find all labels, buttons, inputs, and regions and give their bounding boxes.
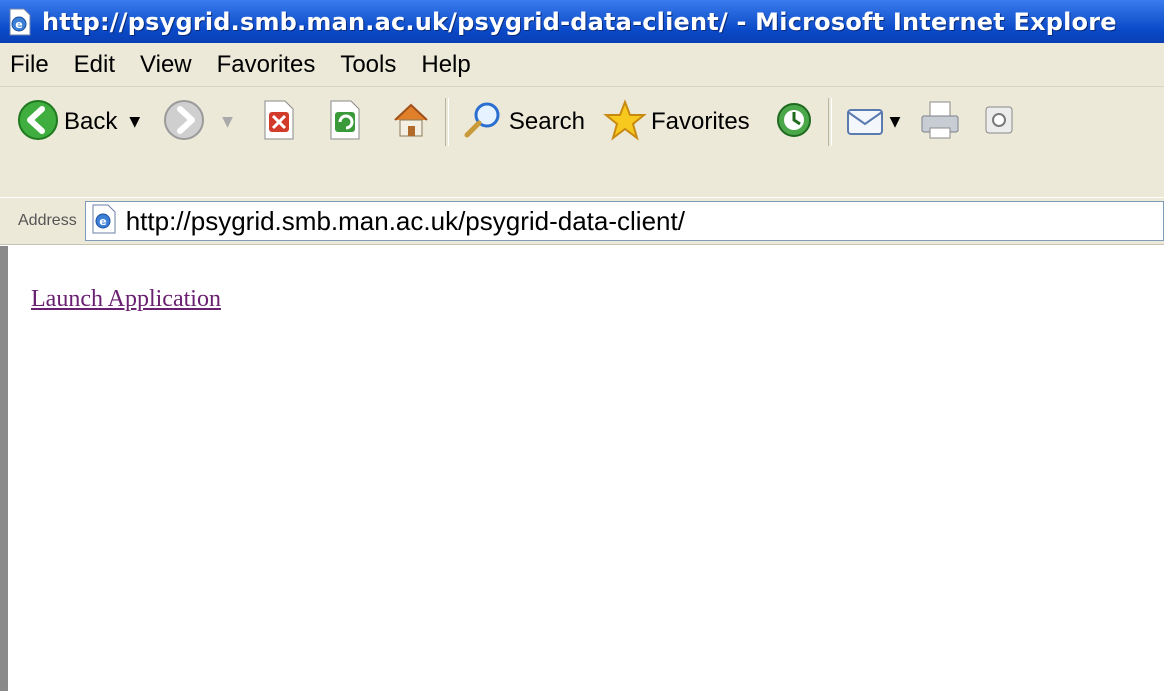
forward-dropdown-icon[interactable]: ▼ [222,114,233,130]
ie-page-icon: e [4,6,36,38]
mail-dropdown-icon[interactable]: ▼ [890,114,901,130]
svg-text:e: e [15,18,22,31]
history-icon [772,98,816,146]
ie-page-icon: e [90,204,118,238]
toolbar-separator [444,98,449,146]
menu-tools[interactable]: Tools [340,51,396,79]
menu-favorites[interactable]: Favorites [217,51,316,79]
window-titlebar[interactable]: e http://psygrid.smb.man.ac.uk/psygrid-d… [0,0,1164,43]
history-button[interactable] [768,94,820,150]
home-button[interactable] [385,94,437,150]
window-title: http://psygrid.smb.man.ac.uk/psygrid-dat… [42,7,1117,36]
address-url: http://psygrid.smb.man.ac.uk/psygrid-dat… [125,205,685,236]
refresh-icon [325,98,365,146]
back-dropdown-icon[interactable]: ▼ [129,114,140,130]
menu-edit[interactable]: Edit [74,51,115,79]
print-button[interactable] [914,94,966,150]
forward-arrow-icon [162,98,206,146]
refresh-button[interactable] [321,94,369,150]
launch-application-link[interactable]: Launch Application [31,286,221,313]
menu-view[interactable]: View [140,51,192,79]
toolbar-separator [827,98,832,146]
print-icon [918,98,962,146]
menu-bar: File Edit View Favorites Tools Help [0,43,1164,87]
svg-text:e: e [99,215,106,228]
standard-toolbar: Back ▼ ▼ Search Favorites ▼ [0,87,1164,197]
home-icon [389,98,433,146]
back-button[interactable]: Back [0,94,121,150]
search-icon [461,98,505,146]
favorites-label: Favorites [650,108,750,135]
address-input[interactable]: e http://psygrid.smb.man.ac.uk/psygrid-d… [84,201,1164,241]
edit-button[interactable] [980,94,1018,150]
stop-button[interactable] [255,94,303,150]
favorites-button[interactable]: Favorites [599,94,754,150]
forward-button[interactable] [158,94,210,150]
mail-icon [844,98,888,146]
menu-help[interactable]: Help [421,51,470,79]
page-content: Launch Application [0,246,1164,691]
address-bar: Address e http://psygrid.smb.man.ac.uk/p… [0,197,1164,245]
edit-icon [984,105,1014,139]
search-label: Search [508,108,585,135]
address-label: Address [18,212,77,229]
menu-file[interactable]: File [10,51,49,79]
favorites-star-icon [603,98,647,146]
search-button[interactable]: Search [457,94,589,150]
back-label: Back [64,108,118,135]
stop-icon [259,98,299,146]
back-arrow-icon [16,98,60,146]
mail-button[interactable]: ▼ [840,94,905,150]
